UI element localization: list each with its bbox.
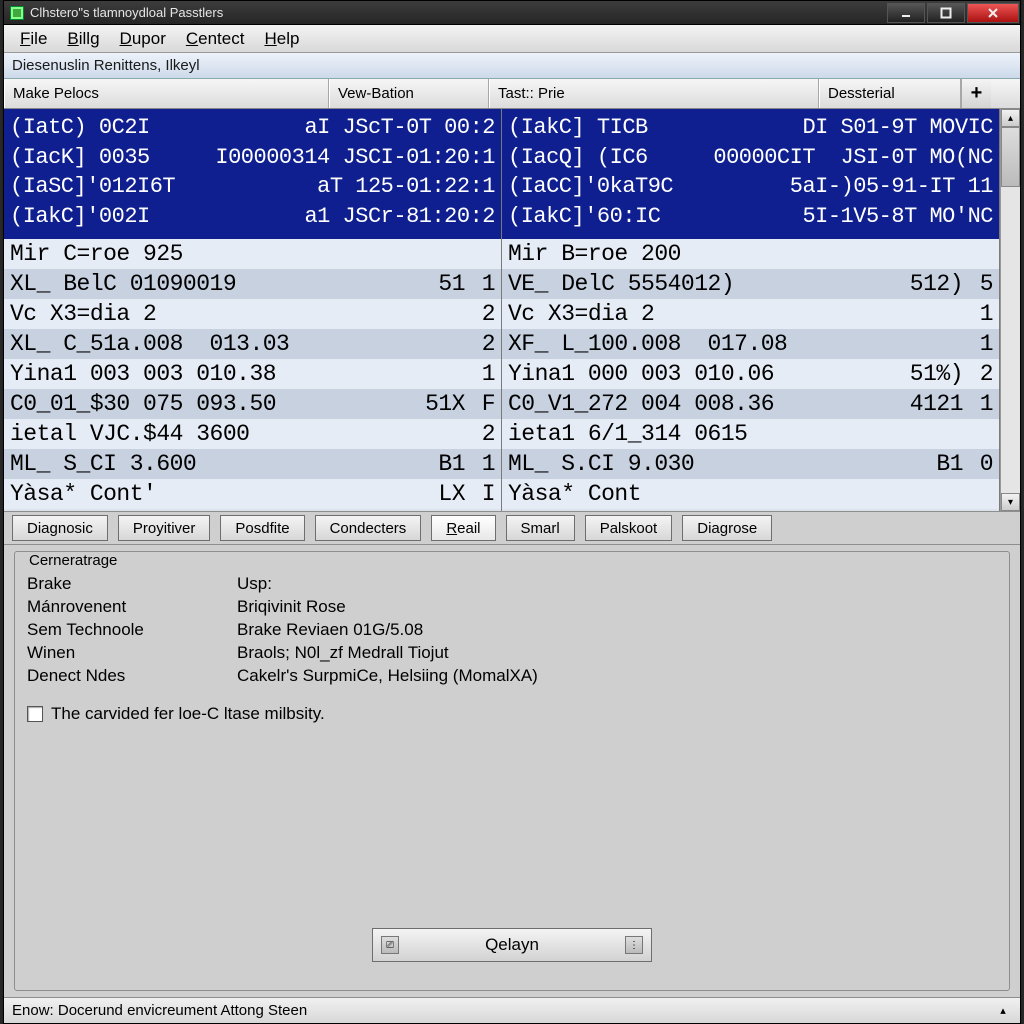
list-row[interactable]: XL_ C_51a.008 013.032 <box>4 329 501 359</box>
left-pane: (IatC) 0C2IaI JScT-0T 00:2(IacK] 0035I00… <box>4 109 502 511</box>
list-row[interactable]: ML_ S_CI 3.600B11 <box>4 449 501 479</box>
list-row[interactable]: Mir C=roe 925 <box>4 239 501 269</box>
action-row: ⎚ Qelayn ⋮ <box>27 914 997 982</box>
field-value: Usp: <box>237 574 272 594</box>
menu-file[interactable]: File <box>10 27 57 51</box>
tab-bar: Diagnosic Proyitiver Posdfite Condecters Rea… <box>4 511 1020 545</box>
app-icon <box>10 6 24 20</box>
scroll-thumb[interactable] <box>1001 127 1020 187</box>
menu-billg[interactable]: Billg <box>57 27 109 51</box>
colhead-left-2[interactable]: Vew-Bation <box>329 79 489 108</box>
checkbox-label: The carvided fer loe-C ltase milbsity. <box>51 704 325 724</box>
checkbox-row[interactable]: The carvided fer loe-C ltase milbsity. <box>27 704 997 724</box>
field-value: Briqivinit Rose <box>237 597 346 617</box>
list-row[interactable]: Vc X3=dia 22 <box>4 299 501 329</box>
list-row[interactable]: XL_ BelC 01090019511 <box>4 269 501 299</box>
list-row[interactable]: Vc X3=dia 21 <box>502 299 999 329</box>
list-row[interactable]: VE_ DelC 5554012)512)5 <box>502 269 999 299</box>
list-row[interactable]: Yina1 003 003 010.381 <box>4 359 501 389</box>
tab-condecters[interactable]: Condecters <box>315 515 422 541</box>
right-pane: (IakC] TICBDI S01-9T MOVIC(IacQ] (IC6000… <box>502 109 1000 511</box>
tab-diagnosic[interactable]: Diagnosic <box>12 515 108 541</box>
tab-reail[interactable]: Reail <box>431 515 495 541</box>
detail-field: WinenBraols; N0l_zf Medrall Tiojut <box>27 643 997 663</box>
close-icon <box>987 7 999 19</box>
detail-fields: BrakeUsp:MánrovenentBriqivinit RoseSem T… <box>27 571 997 686</box>
list-row[interactable]: C0_V1_272 004 008.3641211 <box>502 389 999 419</box>
list-row[interactable]: Yàsa* Cont <box>502 479 999 509</box>
add-column-button[interactable]: + <box>961 79 991 108</box>
window: Clhstero"s tlamnoydloal Passtlers File B… <box>3 0 1021 1024</box>
vertical-scrollbar[interactable]: ▴ ▾ <box>1000 109 1020 511</box>
status-text: Enow: Docerund envicreument Attong Steen <box>12 1002 307 1019</box>
detail-group: Cerneratrage BrakeUsp:MánrovenentBriqivi… <box>14 551 1010 991</box>
list-row[interactable]: ieta1 6/1_314 0615 <box>502 419 999 449</box>
button-label: Qelayn <box>485 935 539 955</box>
detail-field: MánrovenentBriqivinit Rose <box>27 597 997 617</box>
menu-bar: File Billg Dupor Centect Help <box>4 25 1020 53</box>
split-panes: (IatC) 0C2IaI JScT-0T 00:2(IacK] 0035I00… <box>4 109 1020 511</box>
field-key: Mánrovenent <box>27 597 237 617</box>
plus-icon: + <box>971 82 983 105</box>
tab-posdfite[interactable]: Posdfite <box>220 515 304 541</box>
right-terminal-block: (IakC] TICBDI S01-9T MOVIC(IacQ] (IC6000… <box>502 109 999 239</box>
field-value: Braols; N0l_zf Medrall Tiojut <box>237 643 449 663</box>
list-row[interactable]: Mir B=roe 200 <box>502 239 999 269</box>
tab-diagrose[interactable]: Diagrose <box>682 515 772 541</box>
detail-field: Sem TechnooleBrake Reviaen 01G/5.08 <box>27 620 997 640</box>
title-bar[interactable]: Clhstero"s tlamnoydloal Passtlers <box>4 1 1020 25</box>
tab-palskoot[interactable]: Palskoot <box>585 515 673 541</box>
menu-centect[interactable]: Centect <box>176 27 255 51</box>
tab-proyitiver[interactable]: Proyitiver <box>118 515 211 541</box>
detail-field: Denect NdesCakelr's SurpmiCe, Helsiing (… <box>27 666 997 686</box>
field-key: Brake <box>27 574 237 594</box>
scroll-track[interactable] <box>1001 127 1020 493</box>
maximize-icon <box>940 7 952 19</box>
minimize-icon <box>900 7 912 19</box>
breadcrumb-text: Diesenuslin Renittens, Ilkeyl <box>12 57 200 74</box>
colhead-right-1[interactable]: Tast:: Prie <box>489 79 819 108</box>
scroll-up-button[interactable]: ▴ <box>1001 109 1020 127</box>
field-key: Winen <box>27 643 237 663</box>
tab-smarl[interactable]: Smarl <box>506 515 575 541</box>
window-controls <box>886 1 1020 25</box>
checkbox-icon[interactable] <box>27 706 43 722</box>
colhead-right-2[interactable]: Dessterial <box>819 79 961 108</box>
list-row[interactable]: ietal VJC.$44 36002 <box>4 419 501 449</box>
column-headers: Make Pelocs Vew-Bation Tast:: Prie Desst… <box>4 79 1020 109</box>
field-key: Sem Technoole <box>27 620 237 640</box>
close-button[interactable] <box>967 3 1019 23</box>
list-row[interactable]: Yàsa* Cont'LXI <box>4 479 501 509</box>
left-row-list[interactable]: Mir C=roe 925XL_ BelC 01090019511Vc X3=d… <box>4 239 501 511</box>
list-row[interactable]: C0_01_$30 075 093.5051XF <box>4 389 501 419</box>
button-right-icon: ⋮ <box>625 936 643 954</box>
right-row-list[interactable]: Mir B=roe 200VE_ DelC 5554012)512)5Vc X3… <box>502 239 999 511</box>
field-value: Brake Reviaen 01G/5.08 <box>237 620 423 640</box>
status-bar: Enow: Docerund envicreument Attong Steen… <box>4 997 1020 1023</box>
detail-field: BrakeUsp: <box>27 574 997 594</box>
minimize-button[interactable] <box>887 3 925 23</box>
group-label: Cerneratrage <box>25 552 995 569</box>
window-title: Clhstero"s tlamnoydloal Passtlers <box>30 5 223 20</box>
list-row[interactable]: ML_ S.CI 9.030B10 <box>502 449 999 479</box>
maximize-button[interactable] <box>927 3 965 23</box>
scroll-down-button[interactable]: ▾ <box>1001 493 1020 511</box>
qelayn-button[interactable]: ⎚ Qelayn ⋮ <box>372 928 652 962</box>
list-row[interactable]: XF_ L_100.008 017.081 <box>502 329 999 359</box>
list-row[interactable]: Yina1 000 003 010.0651%)2 <box>502 359 999 389</box>
breadcrumb-bar: Diesenuslin Renittens, Ilkeyl <box>4 53 1020 79</box>
menu-dupor[interactable]: Dupor <box>110 27 176 51</box>
field-key: Denect Ndes <box>27 666 237 686</box>
left-terminal-block: (IatC) 0C2IaI JScT-0T 00:2(IacK] 0035I00… <box>4 109 501 239</box>
button-left-icon: ⎚ <box>381 936 399 954</box>
menu-help[interactable]: Help <box>254 27 309 51</box>
colhead-left-1[interactable]: Make Pelocs <box>4 79 329 108</box>
field-value: Cakelr's SurpmiCe, Helsiing (MomalXA) <box>237 666 538 686</box>
resize-grip-icon[interactable]: ▴ <box>994 1002 1012 1020</box>
